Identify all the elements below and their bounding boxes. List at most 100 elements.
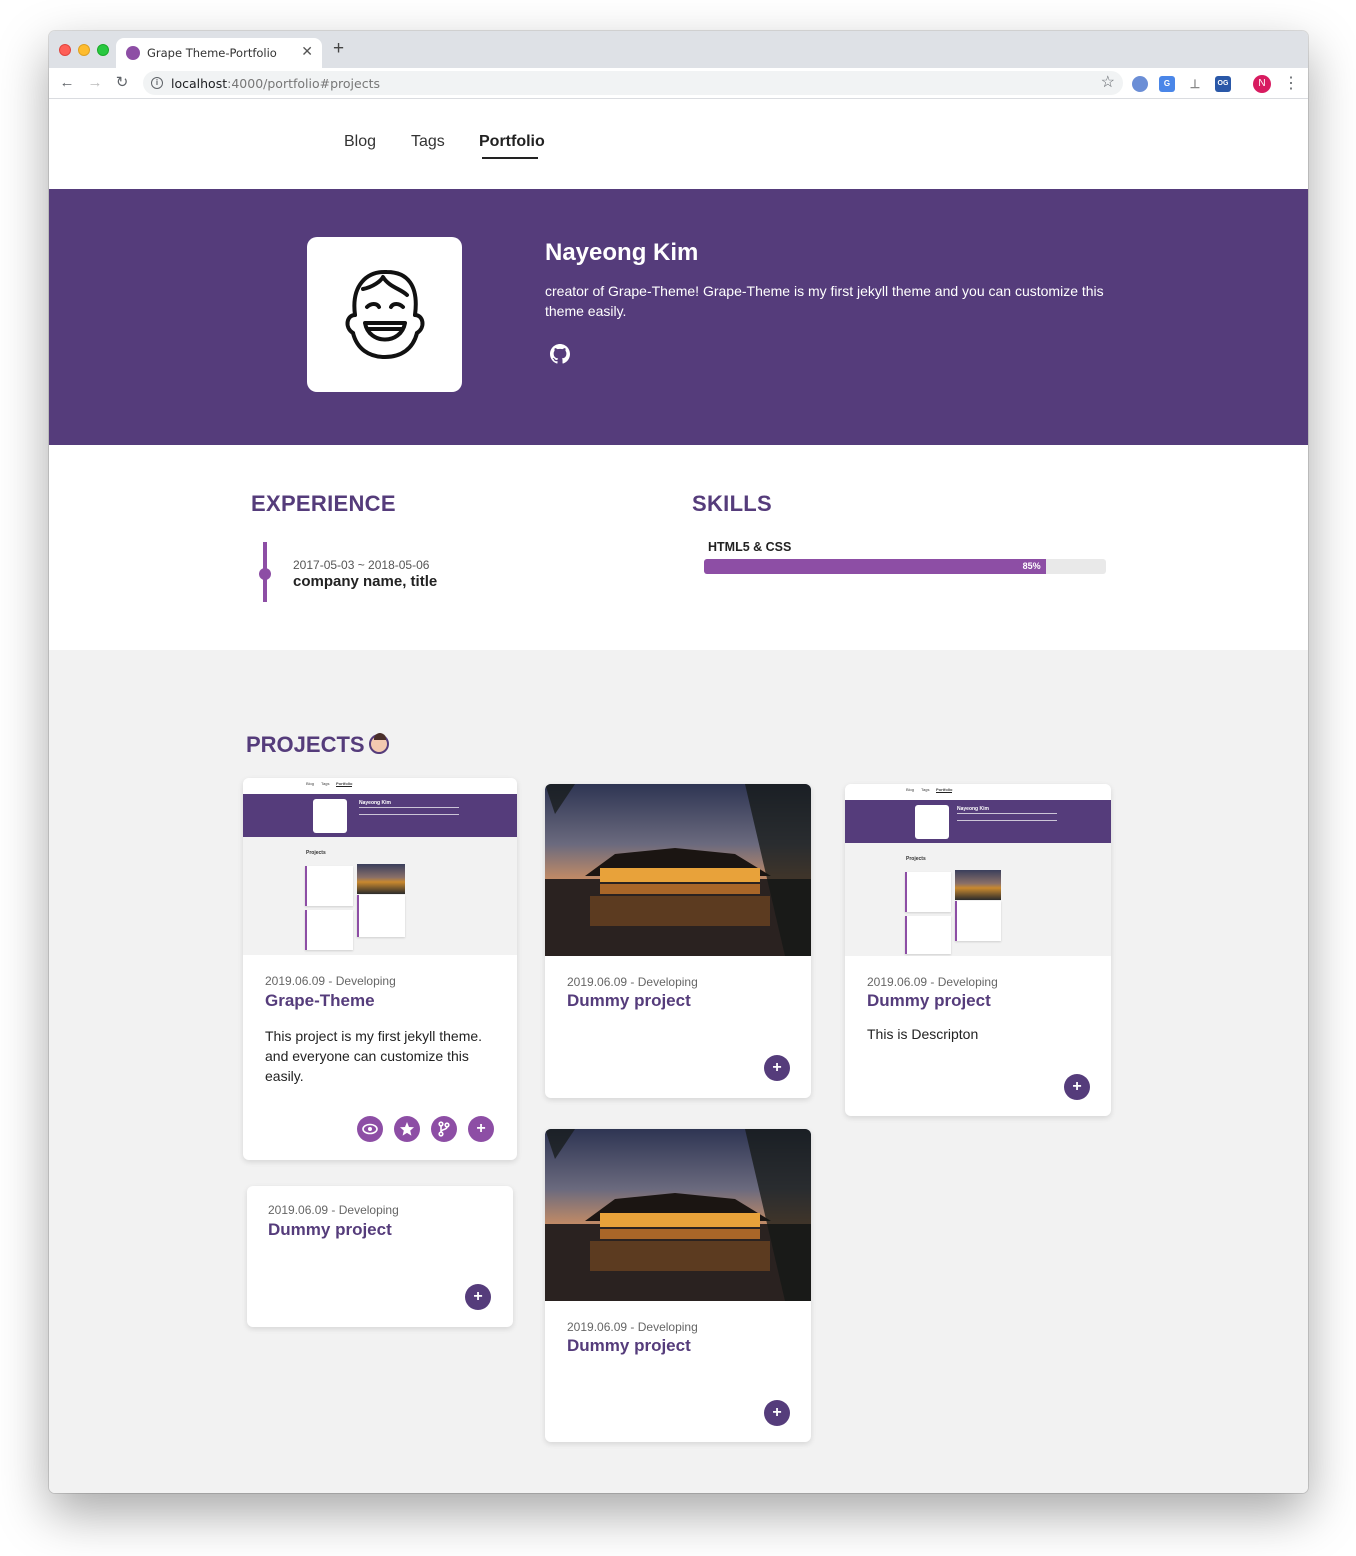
avatar — [307, 237, 462, 392]
project-title[interactable]: Grape-Theme — [265, 991, 375, 1011]
experience-date: 2017-05-03 ~ 2018-05-06 — [293, 558, 430, 572]
thumbnail-bio — [957, 813, 1057, 821]
og-extension-icon[interactable]: OG — [1215, 76, 1231, 92]
timeline-dot — [259, 568, 271, 580]
projects-title-text: PROJECTS — [246, 732, 365, 757]
project-date: 2019.06.09 - Developing — [567, 975, 698, 989]
thumbnail-nav: Blog Tags Portfolio — [845, 784, 1111, 800]
forward-arrow-icon[interactable]: → — [85, 73, 105, 93]
project-description: This is Descripton — [867, 1026, 979, 1042]
zoom-window-button[interactable] — [97, 44, 109, 56]
more-button[interactable]: + — [1064, 1074, 1090, 1100]
skill-name: HTML5 & CSS — [708, 540, 792, 554]
thumbnail-card — [357, 895, 405, 937]
thumbnail-card — [905, 872, 951, 912]
site-navigation: Blog Tags Portfolio — [49, 99, 1308, 189]
browser-tab[interactable]: Grape Theme-Portfolio ✕ — [116, 38, 322, 68]
minimize-window-button[interactable] — [78, 44, 90, 56]
skills-title: SKILLS — [692, 491, 773, 516]
browser-menu-icon[interactable]: ⋮ — [1283, 73, 1299, 93]
thumbnail-avatar — [915, 805, 949, 839]
tab-bar: Grape Theme-Portfolio ✕ + — [49, 31, 1308, 68]
bookmark-star-icon[interactable]: ☆ — [1101, 72, 1115, 92]
project-date: 2019.06.09 - Developing — [268, 1203, 399, 1217]
close-tab-icon[interactable]: ✕ — [301, 43, 313, 60]
browser-window: Grape Theme-Portfolio ✕ + ← → ↻ i localh… — [49, 31, 1308, 1493]
experience-title: EXPERIENCE — [251, 491, 396, 516]
project-title[interactable]: Dummy project — [867, 991, 991, 1011]
profile-hero: Nayeong Kim creator of Grape-Theme! Grap… — [49, 189, 1308, 445]
project-photo — [545, 1129, 811, 1301]
close-window-button[interactable] — [59, 44, 71, 56]
thumbnail-card — [905, 916, 951, 954]
about-section: EXPERIENCE 2017-05-03 ~ 2018-05-06 compa… — [49, 445, 1308, 650]
url-host: localhost — [171, 76, 228, 91]
experience-title-text: company name, title — [293, 573, 438, 590]
projects-title: PROJECTS — [246, 732, 389, 758]
profile-name: Nayeong Kim — [545, 239, 699, 266]
project-date: 2019.06.09 - Developing — [567, 1320, 698, 1334]
project-card[interactable]: 2019.06.09 - Developing Dummy project + — [247, 1186, 513, 1327]
thumbnail-name: Nayeong Kim — [957, 806, 989, 812]
thumbnail-hero: Nayeong Kim — [845, 800, 1111, 843]
skill-progress-bar: 85% — [704, 559, 1106, 574]
thumbnail-nav-tags: Tags — [921, 787, 930, 792]
address-bar[interactable]: i localhost:4000/portfolio#projects ☆ — [143, 71, 1123, 95]
project-title[interactable]: Dummy project — [268, 1220, 392, 1240]
sitemap-extension-icon[interactable]: ⊥ — [1187, 76, 1203, 92]
project-title[interactable]: Dummy project — [567, 1336, 691, 1356]
project-card[interactable]: Blog Tags Portfolio Nayeong Kim Projects — [845, 784, 1111, 1116]
skill-progress-fill: 85% — [704, 559, 1046, 574]
github-icon[interactable] — [550, 344, 570, 364]
project-card[interactable]: 2019.06.09 - Developing Dummy project + — [545, 784, 811, 1098]
pavilion-photo-image — [545, 1129, 811, 1301]
thumbnail-page: Blog Tags Portfolio Nayeong Kim Projects — [845, 784, 1111, 956]
more-button[interactable]: + — [764, 1400, 790, 1426]
reload-icon[interactable]: ↻ — [112, 73, 132, 93]
star-button[interactable] — [394, 1116, 420, 1142]
thumbnail-hero: Nayeong Kim — [243, 794, 517, 837]
thumbnail-card — [955, 901, 1001, 941]
fork-button[interactable] — [431, 1116, 457, 1142]
profile-avatar[interactable]: N — [1253, 75, 1271, 93]
thumbnail-card — [305, 866, 353, 906]
project-card[interactable]: 2019.06.09 - Developing Dummy project + — [545, 1129, 811, 1442]
profile-bio: creator of Grape-Theme! Grape-Theme is m… — [545, 283, 1104, 319]
eye-icon — [362, 1123, 378, 1135]
translate-extension-icon[interactable]: G — [1159, 76, 1175, 92]
back-arrow-icon[interactable]: ← — [57, 73, 77, 93]
site-info-icon[interactable]: i — [151, 77, 163, 89]
thumbnail-nav-blog: Blog — [306, 781, 315, 786]
star-icon — [400, 1122, 414, 1136]
extension-icon[interactable] — [1132, 76, 1148, 92]
git-branch-icon — [438, 1121, 450, 1137]
thumbnail-page: Blog Tags Portfolio Nayeong Kim Projects — [243, 778, 517, 955]
project-photo — [545, 784, 811, 956]
thumbnail-nav: Blog Tags Portfolio — [243, 778, 517, 794]
nav-link-tags[interactable]: Tags — [411, 133, 445, 151]
url-text: localhost:4000/portfolio#projects — [171, 76, 380, 91]
skill-percent: 85% — [1022, 561, 1041, 571]
person-emoji-icon — [368, 733, 389, 754]
new-tab-button[interactable]: + — [333, 39, 344, 59]
pavilion-photo-image — [545, 784, 811, 956]
project-title[interactable]: Dummy project — [567, 991, 691, 1011]
project-description: This project is my first jekyll theme. a… — [265, 1028, 483, 1084]
nav-link-portfolio[interactable]: Portfolio — [479, 133, 545, 151]
tab-title: Grape Theme-Portfolio — [147, 46, 277, 60]
thumbnail-photo — [955, 870, 1001, 900]
thumbnail-nav-blog: Blog — [906, 787, 915, 792]
project-date: 2019.06.09 - Developing — [265, 974, 396, 988]
thumbnail-nav-tags: Tags — [321, 781, 330, 786]
project-card[interactable]: Blog Tags Portfolio Nayeong Kim Projects — [243, 778, 517, 1160]
more-button[interactable]: + — [764, 1055, 790, 1081]
project-screenshot: Blog Tags Portfolio Nayeong Kim Projects — [845, 784, 1111, 956]
nav-link-blog[interactable]: Blog — [344, 133, 376, 151]
thumbnail-section-label: Projects — [906, 856, 926, 862]
more-button[interactable]: + — [468, 1116, 494, 1142]
more-button[interactable]: + — [465, 1284, 491, 1310]
thumbnail-card — [305, 910, 353, 950]
browser-toolbar: ← → ↻ i localhost:4000/portfolio#project… — [49, 68, 1308, 99]
view-demo-button[interactable] — [357, 1116, 383, 1142]
thumbnail-section-label: Projects — [306, 850, 326, 856]
